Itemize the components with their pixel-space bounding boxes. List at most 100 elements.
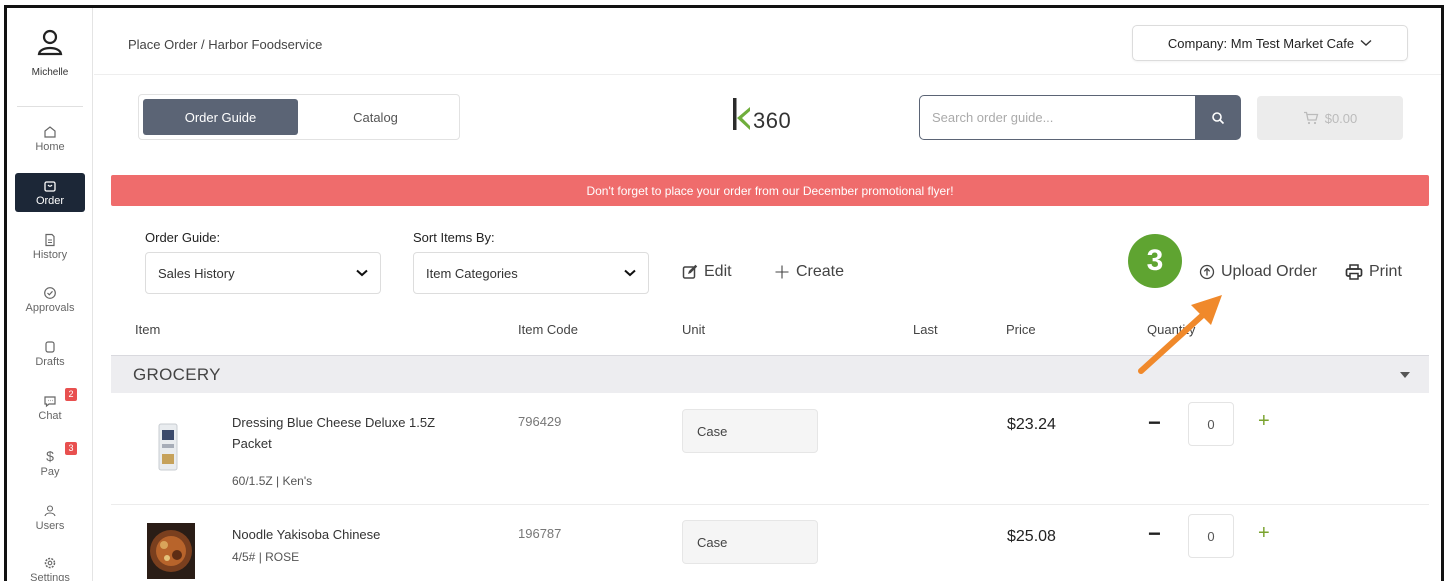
print-button[interactable]: Print bbox=[1345, 263, 1402, 281]
quantity-decrease-button[interactable]: − bbox=[1148, 412, 1161, 434]
column-header-price: Price bbox=[1006, 322, 1036, 337]
upload-icon bbox=[1199, 264, 1215, 280]
category-name: GROCERY bbox=[133, 364, 221, 384]
unit-select[interactable]: Case bbox=[682, 520, 818, 564]
edit-button[interactable]: Edit bbox=[682, 263, 732, 281]
column-header-last: Last bbox=[913, 322, 938, 337]
nav-drafts[interactable]: Drafts bbox=[15, 340, 85, 368]
dressing-packet-image bbox=[158, 423, 178, 471]
history-icon bbox=[45, 233, 55, 247]
quantity-input[interactable]: 0 bbox=[1188, 402, 1234, 446]
search-bar bbox=[919, 95, 1241, 140]
pay-badge: 3 bbox=[65, 442, 77, 455]
column-header-item: Item bbox=[135, 322, 161, 337]
approvals-icon bbox=[44, 287, 56, 299]
item-price: $23.24 bbox=[1007, 416, 1056, 433]
sort-select[interactable]: Item Categories bbox=[413, 252, 649, 294]
item-code: 796429 bbox=[518, 414, 562, 429]
search-icon bbox=[1212, 111, 1225, 124]
item-pack-brand: 4/5# | ROSE bbox=[232, 550, 300, 564]
promo-banner: Don't forget to place your order from ou… bbox=[111, 175, 1429, 206]
item-name-line2: Packet bbox=[232, 436, 272, 451]
cart-icon bbox=[1303, 111, 1319, 125]
user-avatar-icon bbox=[37, 29, 63, 56]
cart-total: $0.00 bbox=[1324, 110, 1358, 126]
nav-history[interactable]: History bbox=[15, 233, 85, 261]
item-name-line1: Dressing Blue Cheese Deluxe 1.5Z bbox=[232, 415, 436, 430]
search-input[interactable] bbox=[919, 95, 1195, 140]
nav-label: Settings bbox=[30, 572, 70, 581]
order-guide-value: Sales History bbox=[158, 265, 235, 281]
chevron-down-icon bbox=[1360, 39, 1372, 46]
gear-icon bbox=[44, 557, 56, 569]
quantity-increase-button[interactable]: + bbox=[1258, 523, 1270, 543]
item-name[interactable]: Noodle Yakisoba Chinese bbox=[232, 524, 380, 545]
product-image bbox=[147, 523, 195, 581]
nav-label: Home bbox=[35, 141, 65, 153]
nav-approvals[interactable]: Approvals bbox=[15, 286, 85, 314]
sort-label: Sort Items By: bbox=[413, 230, 495, 245]
edit-label: Edit bbox=[704, 263, 732, 280]
quantity-decrease-button[interactable]: − bbox=[1148, 523, 1161, 545]
item-name-line1: Noodle Yakisoba Chinese bbox=[232, 527, 381, 542]
sort-value: Item Categories bbox=[426, 265, 518, 281]
noodle-dish-image bbox=[147, 523, 195, 579]
dollar-icon: $ bbox=[46, 448, 54, 464]
nav-divider bbox=[17, 106, 83, 107]
quantity-input[interactable]: 0 bbox=[1188, 514, 1234, 558]
nav-label: Pay bbox=[40, 466, 60, 478]
users-icon bbox=[44, 505, 56, 517]
step-badge: 3 bbox=[1128, 234, 1182, 288]
chat-badge: 2 bbox=[65, 388, 77, 401]
chat-icon bbox=[44, 396, 56, 408]
logo-text: 360 bbox=[753, 108, 792, 133]
company-label: Company: Mm Test Market Cafe bbox=[1167, 35, 1355, 51]
item-code: 196787 bbox=[518, 526, 562, 541]
sidebar: Michelle Home Order History Approvals Dr… bbox=[7, 8, 93, 581]
cart-button[interactable]: $0.00 bbox=[1257, 96, 1403, 140]
order-icon bbox=[44, 181, 56, 192]
home-icon bbox=[44, 126, 56, 138]
item-name[interactable]: Dressing Blue Cheese Deluxe 1.5Z Packet bbox=[232, 412, 435, 454]
user-name: Michelle bbox=[31, 67, 69, 78]
tab-catalog[interactable]: Catalog bbox=[298, 99, 453, 135]
svg-text:$: $ bbox=[46, 448, 54, 464]
nav-label: Approvals bbox=[25, 302, 75, 314]
breadcrumb[interactable]: Place Order / Harbor Foodservice bbox=[128, 37, 322, 52]
order-guide-label: Order Guide: bbox=[145, 230, 221, 245]
nav-home[interactable]: Home bbox=[15, 125, 85, 153]
item-pack-brand: 60/1.5Z | Ken's bbox=[232, 474, 313, 488]
annotation-arrow-icon bbox=[1138, 295, 1222, 374]
drafts-icon bbox=[45, 341, 55, 353]
unit-select[interactable]: Case bbox=[682, 409, 818, 453]
chevron-down-icon bbox=[356, 269, 368, 277]
nav-label: Drafts bbox=[35, 356, 65, 368]
column-header-unit: Unit bbox=[682, 322, 706, 337]
k-logo-mark bbox=[733, 98, 750, 130]
nav-order[interactable]: Order bbox=[15, 173, 85, 212]
user-profile[interactable]: Michelle bbox=[7, 26, 93, 78]
nav-chat[interactable]: 2 Chat bbox=[15, 388, 85, 422]
tab-order-guide[interactable]: Order Guide bbox=[143, 99, 298, 135]
nav-settings[interactable]: Settings bbox=[15, 556, 85, 581]
nav-label: History bbox=[32, 249, 68, 261]
nav-label: Chat bbox=[38, 410, 62, 422]
nav-pay[interactable]: 3 $ Pay bbox=[15, 442, 85, 478]
plus-icon bbox=[775, 265, 789, 279]
caret-down-icon bbox=[1400, 371, 1410, 378]
item-price: $25.08 bbox=[1007, 528, 1056, 545]
row-divider bbox=[111, 504, 1429, 505]
search-button[interactable] bbox=[1195, 95, 1241, 140]
print-icon bbox=[1345, 264, 1363, 280]
create-button[interactable]: Create bbox=[774, 263, 844, 281]
company-selector[interactable]: Company: Mm Test Market Cafe bbox=[1132, 25, 1408, 61]
create-label: Create bbox=[796, 263, 845, 280]
k360-logo: 360 bbox=[732, 96, 791, 132]
nav-users[interactable]: Users bbox=[15, 504, 85, 532]
header-divider bbox=[94, 74, 1441, 75]
order-guide-select[interactable]: Sales History bbox=[145, 252, 381, 294]
upload-label: Upload Order bbox=[1221, 263, 1318, 280]
edit-icon bbox=[682, 264, 698, 279]
upload-order-button[interactable]: Upload Order bbox=[1199, 263, 1317, 281]
quantity-increase-button[interactable]: + bbox=[1258, 411, 1270, 431]
